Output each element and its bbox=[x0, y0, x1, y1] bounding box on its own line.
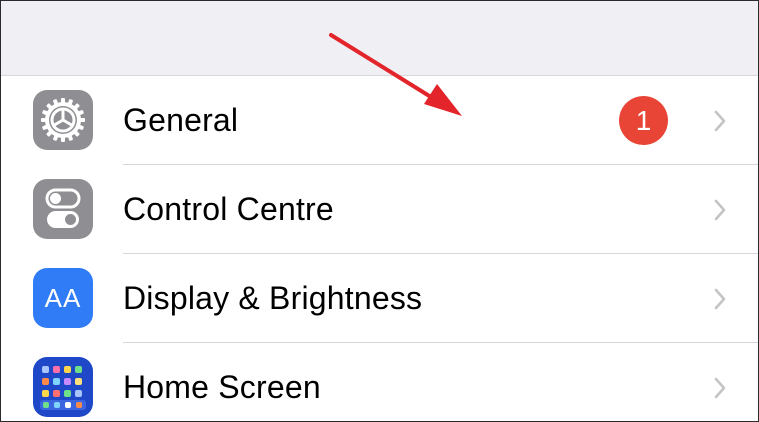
settings-item-label: General bbox=[123, 102, 239, 138]
home-screen-grid-icon bbox=[33, 357, 93, 417]
chevron-right-icon bbox=[714, 110, 726, 132]
settings-item-general[interactable]: General 1 bbox=[1, 76, 758, 165]
chevron-right-icon bbox=[714, 377, 726, 399]
text-size-icon: AA bbox=[33, 268, 93, 328]
settings-item-label: Control Centre bbox=[123, 191, 334, 227]
notification-badge: 1 bbox=[619, 96, 668, 145]
chevron-right-icon bbox=[714, 288, 726, 310]
settings-item-label: Home Screen bbox=[123, 369, 321, 405]
toggles-icon bbox=[33, 179, 93, 239]
settings-item-control-centre[interactable]: Control Centre bbox=[1, 165, 758, 254]
text-size-glyph: AA bbox=[44, 282, 82, 313]
chevron-right-icon bbox=[714, 199, 726, 221]
settings-item-display-brightness[interactable]: AA Display & Brightness bbox=[1, 254, 758, 343]
settings-list: General 1 Control Centre AA Display & Br… bbox=[1, 76, 758, 421]
header-spacer bbox=[1, 1, 758, 76]
screenshot-frame: General 1 Control Centre AA Display & Br… bbox=[0, 0, 759, 422]
settings-item-label: Display & Brightness bbox=[123, 280, 423, 316]
gear-icon bbox=[33, 90, 93, 150]
settings-item-home-screen[interactable]: Home Screen bbox=[1, 343, 758, 421]
